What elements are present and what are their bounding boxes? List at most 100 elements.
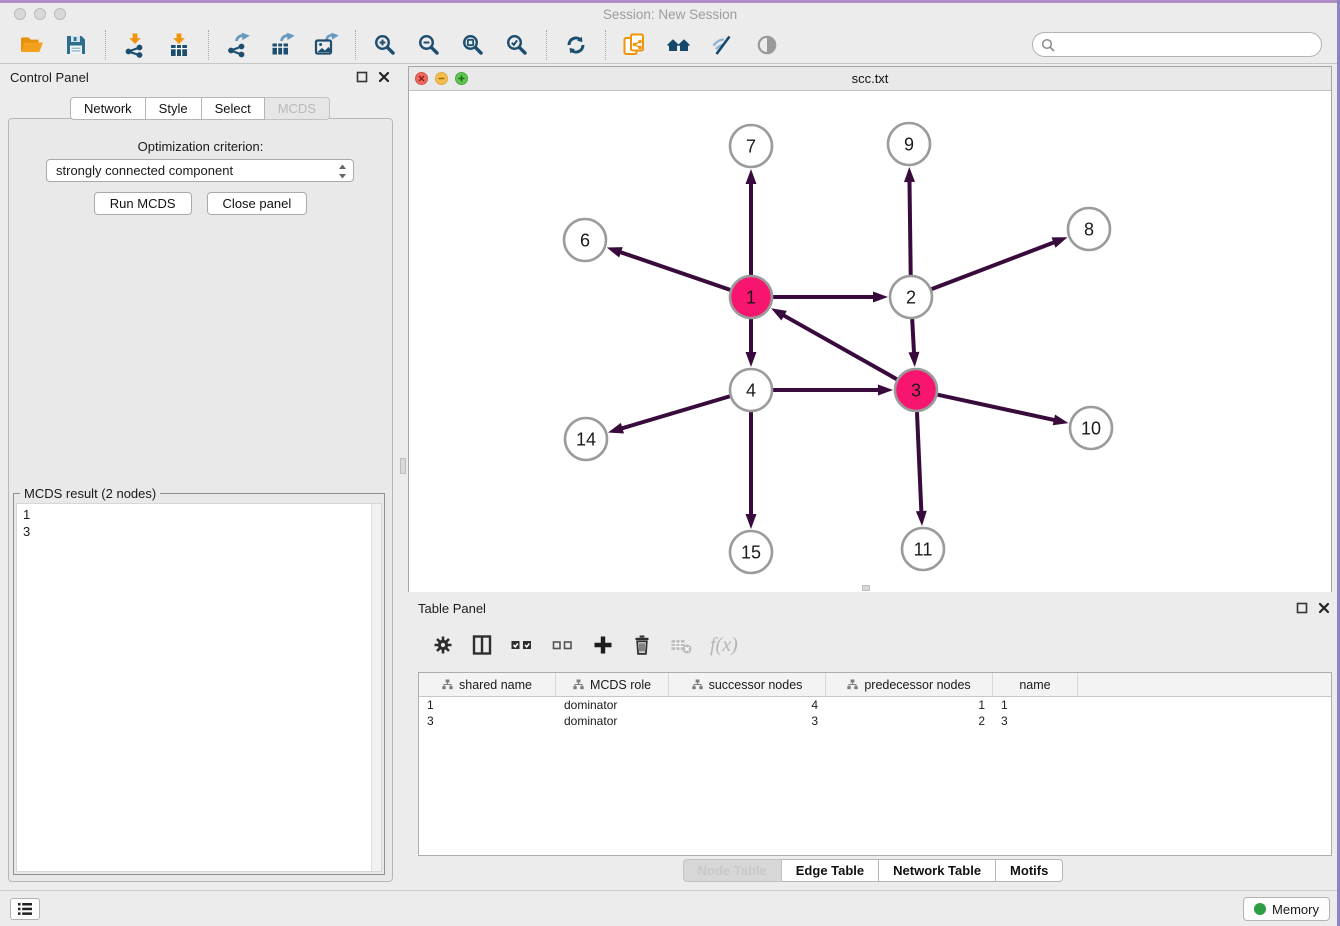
close-panel-button[interactable]: Close panel	[207, 192, 308, 215]
tab-style[interactable]: Style	[146, 97, 202, 120]
export-table-button[interactable]	[269, 32, 295, 58]
import-network-button[interactable]	[122, 32, 148, 58]
save-session-button[interactable]	[63, 32, 89, 58]
export-network-button[interactable]	[225, 32, 251, 58]
zoom-in-icon	[372, 32, 398, 58]
import-table-button[interactable]	[166, 32, 192, 58]
memory-button[interactable]: Memory	[1243, 897, 1330, 921]
export-image-button[interactable]	[313, 32, 339, 58]
graph-node-label: 3	[911, 380, 921, 400]
table-cell[interactable]: 3	[419, 713, 556, 729]
copy-network-button[interactable]	[622, 32, 648, 58]
task-history-button[interactable]	[10, 898, 40, 920]
column-header-successor-nodes[interactable]: successor nodes	[669, 673, 826, 696]
graph-edge-1-6[interactable]	[618, 251, 730, 289]
graph-edge-4-14[interactable]	[620, 396, 730, 429]
table-settings-button[interactable]	[432, 634, 454, 656]
network-graph[interactable]: 7968124314101511	[409, 91, 1331, 592]
result-scrollbar[interactable]	[371, 504, 381, 871]
table-cell[interactable]: 1	[993, 697, 1078, 713]
table-row[interactable]: 3dominator323	[419, 713, 1331, 729]
unselect-all-columns-button[interactable]	[551, 634, 575, 656]
graph-edge-2-3[interactable]	[912, 319, 914, 355]
zoom-in-button[interactable]	[372, 32, 398, 58]
graph-edge-3-10[interactable]	[937, 395, 1056, 421]
graph-node-label: 11	[914, 539, 933, 559]
search-input[interactable]	[1060, 37, 1313, 52]
close-panel-icon[interactable]	[1318, 602, 1330, 614]
refresh-view-button[interactable]	[563, 32, 589, 58]
table-cell[interactable]: 1	[826, 697, 993, 713]
hide-graphics-details-button[interactable]	[710, 32, 736, 58]
table-cell[interactable]: dominator	[556, 713, 669, 729]
column-view-button[interactable]	[471, 634, 493, 656]
checked-boxes-icon	[510, 634, 534, 656]
close-panel-icon[interactable]	[378, 71, 390, 83]
table-cell[interactable]: 3	[669, 713, 826, 729]
zoom-fit-button[interactable]	[460, 32, 486, 58]
column-header-mcds-role[interactable]: MCDS role	[556, 673, 669, 696]
column-sort-icon	[847, 679, 858, 690]
open-file-button[interactable]	[19, 32, 45, 58]
list-icon	[17, 902, 33, 916]
criterion-select[interactable]: strongly connected component	[46, 159, 354, 182]
float-panel-icon[interactable]	[356, 71, 368, 83]
network-resize-handle[interactable]	[862, 585, 870, 591]
table-row[interactable]: 1dominator411	[419, 697, 1331, 713]
control-panel: Control Panel NetworkStyleSelectMCDS Opt…	[0, 64, 400, 890]
show-graphics-details-button[interactable]	[754, 32, 780, 58]
toolbar-separator	[546, 30, 547, 60]
zoom-out-button[interactable]	[416, 32, 442, 58]
table-tab-network-table[interactable]: Network Table	[879, 859, 996, 882]
graph-edge-2-8[interactable]	[932, 241, 1057, 289]
column-header-predecessor-nodes[interactable]: predecessor nodes	[826, 673, 993, 696]
zoom-selected-icon	[504, 32, 530, 58]
tab-select[interactable]: Select	[202, 97, 265, 120]
graph-edge-arrowhead	[878, 385, 893, 396]
delete-table-button[interactable]	[670, 634, 693, 656]
table-tab-motifs[interactable]: Motifs	[996, 859, 1063, 882]
toolbar-separator	[355, 30, 356, 60]
table-cell[interactable]: 4	[669, 697, 826, 713]
tab-network[interactable]: Network	[70, 97, 146, 120]
homes-button[interactable]	[666, 32, 692, 58]
zoom-selected-button[interactable]	[504, 32, 530, 58]
float-panel-icon[interactable]	[1296, 602, 1308, 614]
delete-column-button[interactable]	[631, 634, 653, 656]
run-mcds-button[interactable]: Run MCDS	[94, 192, 192, 215]
graph-node-label: 15	[741, 542, 761, 562]
mcds-result-box: MCDS result (2 nodes) 13	[13, 493, 385, 875]
add-column-button[interactable]	[592, 634, 614, 656]
graph-edge-2-9[interactable]	[909, 179, 910, 275]
tab-mcds[interactable]: MCDS	[265, 97, 330, 120]
main-toolbar	[0, 26, 1340, 64]
table-cell[interactable]: 1	[419, 697, 556, 713]
graph-node-label: 6	[580, 230, 590, 250]
mcds-result-line: 3	[23, 523, 381, 540]
column-header-name[interactable]: name	[993, 673, 1078, 696]
graph-edge-arrowhead	[771, 308, 787, 320]
apply-function-button[interactable]: f(x)	[710, 634, 738, 657]
table-tab-edge-table[interactable]: Edge Table	[782, 859, 879, 882]
column-sort-icon	[573, 679, 584, 690]
status-bar: Memory	[0, 890, 1340, 926]
mcds-result-text: 13	[16, 503, 382, 872]
table-tab-node-table[interactable]: Node Table	[683, 859, 782, 882]
eye-slash-icon	[710, 32, 736, 58]
graph-edge-arrowhead	[873, 292, 888, 303]
table-cell[interactable]: 3	[993, 713, 1078, 729]
table-cell[interactable]: dominator	[556, 697, 669, 713]
graph-edge-3-1[interactable]	[781, 314, 896, 379]
graph-edge-3-11[interactable]	[917, 412, 921, 514]
column-header-shared-name[interactable]: shared name	[419, 673, 556, 696]
export-table-icon	[269, 32, 295, 58]
trash-icon	[631, 634, 653, 656]
table-cell[interactable]: 2	[826, 713, 993, 729]
toolbar-separator	[105, 30, 106, 60]
window-title: Session: New Session	[0, 7, 1340, 22]
splitter-grip[interactable]	[400, 458, 406, 474]
network-canvas[interactable]: 7968124314101511	[409, 91, 1331, 592]
graph-edge-arrowhead	[607, 247, 623, 257]
node-table: shared nameMCDS rolesuccessor nodesprede…	[418, 672, 1332, 856]
select-all-columns-button[interactable]	[510, 634, 534, 656]
